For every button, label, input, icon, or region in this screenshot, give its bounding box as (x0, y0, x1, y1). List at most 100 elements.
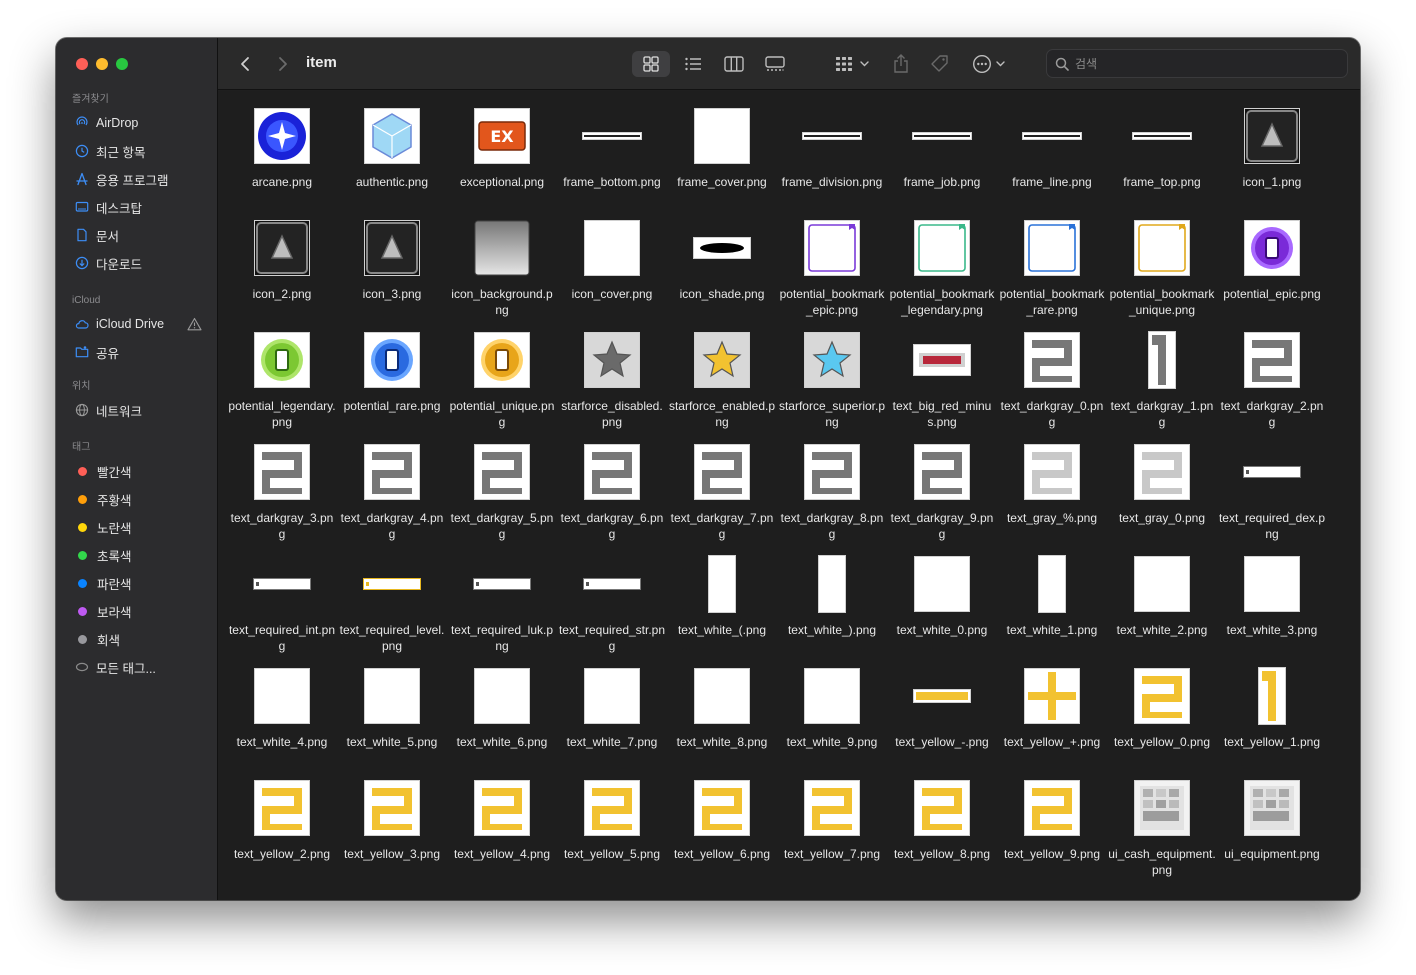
file-item[interactable]: text_white_).png (777, 553, 887, 665)
file-item[interactable]: frame_division.png (777, 105, 887, 217)
file-item[interactable]: EX exceptional.png (447, 105, 557, 217)
sidebar-item-download[interactable]: 다운로드 (56, 249, 218, 277)
file-item[interactable]: text_yellow_5.png (557, 777, 667, 889)
icon-view-button[interactable] (632, 51, 670, 77)
file-item[interactable]: text_white_5.png (337, 665, 447, 777)
file-item[interactable]: frame_bottom.png (557, 105, 667, 217)
column-view-button[interactable] (717, 51, 751, 77)
file-item[interactable]: text_white_7.png (557, 665, 667, 777)
file-item[interactable]: text_darkgray_5.png (447, 441, 557, 553)
file-item[interactable]: icon_2.png (227, 217, 337, 329)
sidebar-item-shared-folder[interactable]: 공유 (56, 338, 218, 366)
file-item[interactable]: text_required_luk.png (447, 553, 557, 665)
zoom-window-button[interactable] (116, 58, 128, 70)
sidebar-tag[interactable]: 초록색 (56, 541, 218, 569)
file-item[interactable]: potential_bookmark_rare.png (997, 217, 1107, 329)
file-item[interactable]: text_white_1.png (997, 553, 1107, 665)
file-item[interactable]: text_yellow_+.png (997, 665, 1107, 777)
file-item[interactable]: icon_3.png (337, 217, 447, 329)
sidebar-tag[interactable]: 회색 (56, 625, 218, 653)
search-field[interactable] (1046, 49, 1348, 78)
back-button[interactable] (234, 51, 256, 77)
file-item[interactable]: icon_1.png (1217, 105, 1327, 217)
file-item[interactable]: text_yellow_3.png (337, 777, 447, 889)
tag-button[interactable] (928, 51, 952, 77)
sidebar-tag[interactable]: 노란색 (56, 513, 218, 541)
sidebar-item-document[interactable]: 문서 (56, 221, 218, 249)
action-button[interactable] (970, 51, 1010, 77)
file-item[interactable]: text_required_dex.png (1217, 441, 1327, 553)
sidebar-tag[interactable]: 보라색 (56, 597, 218, 625)
file-item[interactable]: text_big_red_minus.png (887, 329, 997, 441)
sidebar-item-desktop[interactable]: 데스크탑 (56, 193, 218, 221)
file-item[interactable]: text_darkgray_0.png (997, 329, 1107, 441)
file-item[interactable]: potential_bookmark_legendary.png (887, 217, 997, 329)
file-item[interactable]: potential_bookmark_unique.png (1107, 217, 1217, 329)
file-item[interactable]: text_yellow_1.png (1217, 665, 1327, 777)
file-item[interactable]: potential_epic.png (1217, 217, 1327, 329)
sidebar-item-cloud[interactable]: iCloud Drive (56, 310, 218, 338)
file-item[interactable]: text_darkgray_6.png (557, 441, 667, 553)
file-item[interactable]: icon_cover.png (557, 217, 667, 329)
file-item[interactable]: frame_job.png (887, 105, 997, 217)
file-item[interactable]: potential_rare.png (337, 329, 447, 441)
file-item[interactable]: frame_top.png (1107, 105, 1217, 217)
file-item[interactable]: frame_line.png (997, 105, 1107, 217)
file-item[interactable]: text_white_6.png (447, 665, 557, 777)
file-item[interactable]: frame_cover.png (667, 105, 777, 217)
file-item[interactable]: text_darkgray_3.png (227, 441, 337, 553)
sidebar-item-network[interactable]: 네트워크 (56, 396, 218, 424)
sidebar-item-clock[interactable]: 최근 항목 (56, 137, 218, 165)
file-item[interactable]: text_gray_0.png (1107, 441, 1217, 553)
file-item[interactable]: text_yellow_-.png (887, 665, 997, 777)
file-item[interactable]: text_white_2.png (1107, 553, 1217, 665)
forward-button[interactable] (272, 51, 294, 77)
file-item[interactable]: text_yellow_4.png (447, 777, 557, 889)
file-item[interactable]: text_white_8.png (667, 665, 777, 777)
sidebar-item-airdrop[interactable]: AirDrop (56, 109, 218, 137)
file-item[interactable]: icon_background.png (447, 217, 557, 329)
minimize-window-button[interactable] (96, 58, 108, 70)
file-item[interactable]: potential_bookmark_epic.png (777, 217, 887, 329)
file-item[interactable]: text_darkgray_2.png (1217, 329, 1327, 441)
search-input[interactable] (1075, 56, 1325, 71)
file-item[interactable]: text_white_9.png (777, 665, 887, 777)
list-view-button[interactable] (676, 51, 710, 77)
sidebar-item-all-tags[interactable]: 모든 태그... (56, 653, 218, 681)
file-item[interactable]: text_darkgray_9.png (887, 441, 997, 553)
file-item[interactable]: text_yellow_9.png (997, 777, 1107, 889)
file-item[interactable]: text_required_str.png (557, 553, 667, 665)
file-item[interactable]: ui_equipment.png (1217, 777, 1327, 889)
file-item[interactable]: arcane.png (227, 105, 337, 217)
share-button[interactable] (890, 51, 912, 77)
file-item[interactable]: text_required_int.png (227, 553, 337, 665)
file-item[interactable]: text_white_0.png (887, 553, 997, 665)
file-item[interactable]: text_gray_%.png (997, 441, 1107, 553)
file-item[interactable]: text_yellow_2.png (227, 777, 337, 889)
file-item[interactable]: starforce_superior.png (777, 329, 887, 441)
sidebar-tag[interactable]: 주황색 (56, 485, 218, 513)
file-item[interactable]: text_yellow_7.png (777, 777, 887, 889)
file-item[interactable]: text_yellow_8.png (887, 777, 997, 889)
file-item[interactable]: text_darkgray_4.png (337, 441, 447, 553)
file-item[interactable]: text_white_4.png (227, 665, 337, 777)
file-item[interactable]: starforce_disabled.png (557, 329, 667, 441)
file-item[interactable]: icon_shade.png (667, 217, 777, 329)
file-item[interactable]: text_required_level.png (337, 553, 447, 665)
file-item[interactable]: text_darkgray_7.png (667, 441, 777, 553)
file-item[interactable]: text_darkgray_1.png (1107, 329, 1217, 441)
file-item[interactable]: starforce_enabled.png (667, 329, 777, 441)
file-item[interactable]: authentic.png (337, 105, 447, 217)
file-item[interactable]: ui_cash_equipment.png (1107, 777, 1217, 889)
file-item[interactable]: potential_unique.png (447, 329, 557, 441)
file-item[interactable]: text_yellow_0.png (1107, 665, 1217, 777)
file-item[interactable]: text_yellow_6.png (667, 777, 777, 889)
gallery-view-button[interactable] (758, 51, 792, 77)
file-item[interactable]: potential_legendary.png (227, 329, 337, 441)
sidebar-item-applications[interactable]: 응용 프로그램 (56, 165, 218, 193)
sidebar-tag[interactable]: 빨간색 (56, 457, 218, 485)
group-button[interactable] (832, 51, 874, 77)
file-item[interactable]: text_white_(.png (667, 553, 777, 665)
close-window-button[interactable] (76, 58, 88, 70)
file-item[interactable]: text_darkgray_8.png (777, 441, 887, 553)
